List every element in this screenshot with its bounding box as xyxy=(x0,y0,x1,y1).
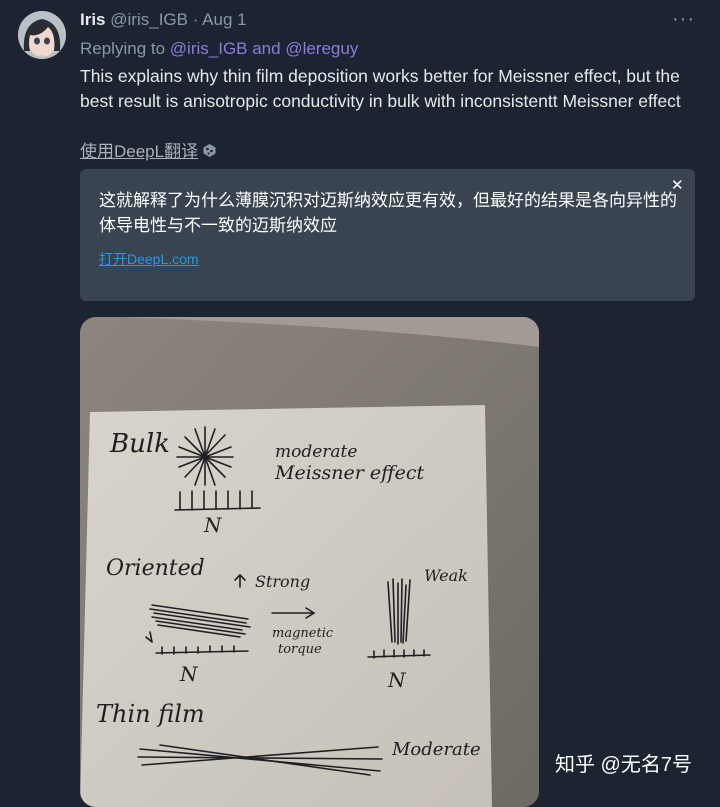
label-thin-film: Thin film xyxy=(96,700,205,728)
close-icon[interactable]: ✕ xyxy=(671,176,684,194)
replying-prefix: Replying to xyxy=(80,39,166,58)
tweet-header: Iris @iris_IGB · Aug 1 xyxy=(80,10,247,30)
tweet-text: This explains why thin film deposition w… xyxy=(80,66,681,111)
tweet-photo[interactable]: Bulk moderate Meissner effect N Oriented… xyxy=(80,317,539,807)
handwritten-notes-image: Bulk moderate Meissner effect N Oriented… xyxy=(80,317,539,807)
label-moderate-2: Moderate xyxy=(391,739,481,760)
author-handle-date[interactable]: @iris_IGB · Aug 1 xyxy=(110,10,246,29)
author-name[interactable]: Iris xyxy=(80,10,106,29)
label-n-2: N xyxy=(179,662,199,686)
more-options-icon[interactable]: ··· xyxy=(672,8,695,31)
label-weak: Weak xyxy=(424,566,468,585)
replying-users-link[interactable]: @iris_IGB and @lereguy xyxy=(170,39,359,58)
label-torque: torque xyxy=(278,642,322,657)
label-moderate: moderate xyxy=(275,442,357,462)
zhihu-watermark: 知乎 @无名7号 xyxy=(555,754,692,776)
translation-text: 这就解释了为什么薄膜沉积对迈斯纳效应更有效，但最好的结果是各向异性的体导电性与不… xyxy=(99,191,677,235)
label-n-3: N xyxy=(387,668,407,692)
avatar[interactable] xyxy=(18,11,66,59)
label-magnetic: magnetic xyxy=(272,626,334,641)
avatar-image xyxy=(18,11,66,59)
label-strong: Strong xyxy=(255,572,310,591)
replying-to: Replying to @iris_IGB and @lereguy xyxy=(80,39,358,59)
label-oriented: Oriented xyxy=(106,556,205,581)
label-n-1: N xyxy=(203,513,223,537)
open-deepl-link[interactable]: 打开DeepL.com xyxy=(99,249,199,269)
deepl-icon xyxy=(202,143,217,163)
label-bulk: Bulk xyxy=(109,429,170,459)
translate-label: 使用DeepL翻译 xyxy=(80,142,199,161)
translation-card: 这就解释了为什么薄膜沉积对迈斯纳效应更有效，但最好的结果是各向异性的体导电性与不… xyxy=(80,169,695,301)
translate-link[interactable]: 使用DeepL翻译 xyxy=(80,137,217,163)
label-meissner: Meissner effect xyxy=(274,462,424,484)
